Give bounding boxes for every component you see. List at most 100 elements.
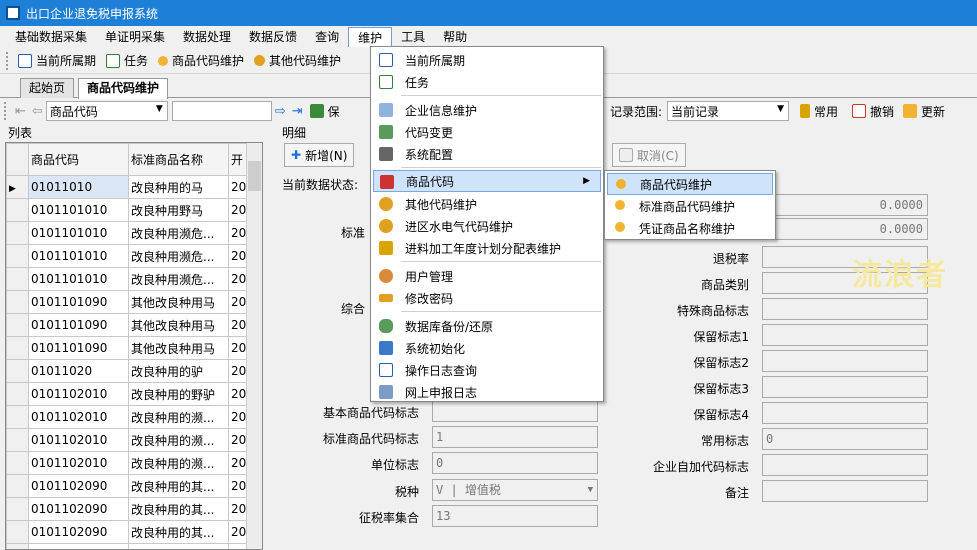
remark-field[interactable] [762,480,928,502]
menu-item-current-period[interactable]: 当前所属期 [373,49,601,71]
row-header[interactable] [6,290,29,314]
menu-item-enterprise-info[interactable]: 企业信息维护 [373,99,601,121]
table-cell[interactable]: 改良种用的驴 [128,359,229,383]
table-cell[interactable]: 改良种用的马 [128,175,229,199]
table-cell[interactable]: 0101102010 [28,428,129,452]
table-row[interactable]: 0101101090 其他改良种用马 200 [6,290,257,314]
other-code-button[interactable]: 其他代码维护 [250,50,345,72]
row-header[interactable] [6,359,29,383]
add-button[interactable]: ✚ 新增(N) [284,143,355,167]
table-row[interactable]: 01011020 改良种用的驴 200 [6,359,257,383]
row-header[interactable]: ▶ [6,175,29,199]
row-header[interactable] [6,428,29,452]
table-cell[interactable]: 0101101090 [28,290,129,314]
levy-set-field[interactable]: 13 [432,505,598,527]
menu-item-other-code[interactable]: 其他代码维护 [373,193,601,215]
product-code-button[interactable]: 商品代码维护 [154,50,248,72]
menu-data-collection[interactable]: 基础数据采集 [6,27,96,47]
list-scrollbar[interactable] [246,143,262,549]
row-header[interactable] [6,267,29,291]
undo-button[interactable]: 撤销 [848,100,898,122]
menu-tools[interactable]: 工具 [392,27,434,47]
rate-field-1[interactable]: 0.0000 [762,194,928,216]
menu-data-processing[interactable]: 数据处理 [174,27,240,47]
table-cell[interactable]: 0101101010 [28,244,129,268]
current-period-button[interactable]: 当前所属期 [14,50,100,72]
table-cell[interactable]: 其他改良种用马 [128,313,229,337]
search-field-select[interactable]: 商品代码 ▼ [45,101,168,121]
column-header-name[interactable]: 标准商品名称 [128,143,229,176]
last-record-icon[interactable]: ⇥ [292,104,303,119]
menu-item-utility-code[interactable]: 进区水电气代码维护 [373,215,601,237]
table-cell[interactable]: 改良种用野马 [128,198,229,222]
menu-item-db-backup[interactable]: 数据库备份/还原 [373,315,601,337]
menu-maintenance[interactable]: 维护 [348,27,393,47]
std-code-flag-field[interactable]: 1 [432,426,598,448]
table-cell[interactable]: 其他改良种用马 [128,290,229,314]
row-header[interactable] [6,313,29,337]
table-cell[interactable]: 改良种用的... [128,543,229,549]
table-cell[interactable]: 0101102090 [28,520,129,544]
unit-flag-field[interactable]: 0 [432,452,598,474]
table-row[interactable]: 0101102010 改良种用的野驴 200 [6,382,257,406]
table-cell[interactable]: 改良种用的其... [128,474,229,498]
row-header[interactable] [6,244,29,268]
table-cell[interactable]: 0101102090 [28,474,129,498]
table-cell[interactable]: 改良种用濒危... [128,267,229,291]
row-header[interactable] [6,520,29,544]
row-header[interactable] [6,221,29,245]
table-cell[interactable]: 0101102010 [28,451,129,475]
task-button[interactable]: 任务 [102,50,152,72]
table-cell[interactable] [28,543,129,549]
table-cell[interactable]: 0101101090 [28,313,129,337]
keep-flag-1-field[interactable] [762,324,928,346]
column-header-code[interactable]: 商品代码 [28,143,129,176]
menu-item-change-password[interactable]: 修改密码 [373,287,601,309]
table-cell[interactable]: 0101101010 [28,198,129,222]
table-row[interactable]: 0101101090 其他改良种用马 200 [6,336,257,360]
row-header[interactable] [6,451,29,475]
next-record-icon[interactable]: ⇨ [275,104,286,119]
common-button[interactable]: 常用 [796,100,842,122]
table-row[interactable]: 0101101010 改良种用濒危... 200 [6,267,257,291]
self-code-flag-field[interactable] [762,454,928,476]
table-row[interactable]: 0101102010 改良种用的濒... 200 [6,428,257,452]
row-header[interactable] [6,405,29,429]
menu-item-online-log[interactable]: 网上申报日志 [373,381,601,403]
search-input[interactable] [171,101,272,121]
row-header[interactable] [6,198,29,222]
tab-product-code[interactable]: 商品代码维护 [78,78,169,99]
rate-field-2[interactable]: 0.0000 [762,218,928,240]
table-row[interactable]: 0101102090 改良种用的其... 200 [6,497,257,521]
row-header[interactable] [6,474,29,498]
table-cell[interactable]: 0101102010 [28,382,129,406]
menu-item-product-code[interactable]: 商品代码 ▶ [373,170,601,192]
menu-item-user-management[interactable]: 用户管理 [373,265,601,287]
common-flag-field[interactable]: 0 [762,428,928,450]
submenu-item-std-product-code[interactable]: 标准商品代码维护 [607,195,773,217]
table-cell[interactable]: 改良种用的濒... [128,405,229,429]
scrollbar-thumb[interactable] [248,161,261,191]
table-cell[interactable]: 0101101090 [28,336,129,360]
prev-record-icon[interactable]: ⇦ [32,104,43,119]
table-row[interactable]: 0101102010 改良种用的濒... 200 [6,451,257,475]
table-cell[interactable]: 0101102010 [28,405,129,429]
table-cell[interactable]: 改良种用的野驴 [128,382,229,406]
menu-help[interactable]: 帮助 [434,27,476,47]
table-row[interactable]: ▶ 01011010 改良种用的马 200 [6,175,257,199]
table-row[interactable]: 改良种用的... [6,543,257,549]
menu-item-processing-plan[interactable]: 进料加工年度计划分配表维护 [373,237,601,259]
table-row[interactable]: 0101102010 改良种用的濒... 200 [6,405,257,429]
submenu-item-product-code-maintenance[interactable]: 商品代码维护 [607,173,773,195]
table-cell[interactable]: 改良种用濒危... [128,244,229,268]
row-header[interactable] [6,543,29,549]
table-cell[interactable]: 改良种用的其... [128,520,229,544]
row-header[interactable] [6,497,29,521]
table-cell[interactable]: 0101102090 [28,497,129,521]
tax-type-select[interactable]: V | 增值税 ▼ [432,479,598,501]
keep-flag-4-field[interactable] [762,402,928,424]
table-row[interactable]: 0101101010 改良种用野马 200 [6,198,257,222]
table-cell[interactable]: 其他改良种用马 [128,336,229,360]
base-flag-field[interactable] [432,400,598,422]
table-cell[interactable]: 0101101010 [28,267,129,291]
